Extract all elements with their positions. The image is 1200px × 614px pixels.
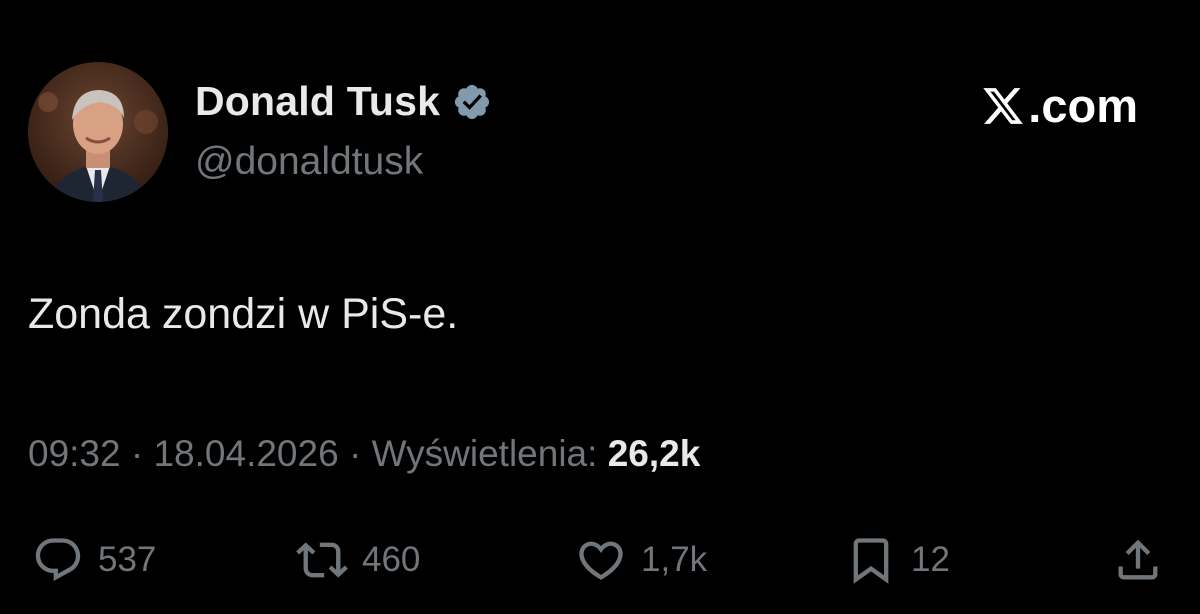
brand-text: .com bbox=[1028, 79, 1138, 132]
reply-icon bbox=[35, 538, 81, 582]
retweet-icon bbox=[296, 542, 348, 578]
like-button[interactable]: 1,7k bbox=[575, 530, 707, 590]
meta-separator: · bbox=[130, 433, 144, 474]
action-bar: 537 460 1,7k 12 bbox=[0, 530, 1200, 590]
meta-separator: · bbox=[348, 433, 362, 474]
retweet-button[interactable]: 460 bbox=[296, 530, 420, 590]
bookmark-button[interactable]: 12 bbox=[845, 530, 950, 590]
reply-count: 537 bbox=[98, 540, 157, 579]
views-label: Wyświetlenia: bbox=[371, 433, 598, 474]
retweet-count: 460 bbox=[362, 540, 421, 579]
bookmark-icon bbox=[853, 538, 889, 584]
share-button[interactable] bbox=[1112, 530, 1164, 590]
reply-button[interactable]: 537 bbox=[32, 530, 156, 590]
brand-watermark: .com bbox=[980, 78, 1138, 133]
like-count: 1,7k bbox=[641, 540, 708, 579]
views-count[interactable]: 26,2k bbox=[608, 433, 701, 474]
tweet-date[interactable]: 18.04.2026 bbox=[153, 433, 338, 474]
author-name-row: Donald Tusk bbox=[195, 78, 492, 125]
verified-badge-icon bbox=[455, 84, 490, 119]
avatar[interactable] bbox=[28, 62, 168, 202]
bookmark-count: 12 bbox=[911, 540, 950, 579]
tweet-text: Zonda zondzi w PiS-e. bbox=[28, 290, 459, 338]
profile-photo bbox=[28, 62, 168, 202]
x-logo-icon bbox=[983, 87, 1024, 124]
author-handle[interactable]: @donaldtusk bbox=[195, 140, 423, 184]
heart-icon bbox=[579, 541, 623, 580]
author-display-name[interactable]: Donald Tusk bbox=[195, 78, 440, 125]
tweet-meta: 09:32 · 18.04.2026 · Wyświetlenia: 26,2k bbox=[28, 433, 700, 475]
share-icon bbox=[1118, 539, 1158, 580]
tweet-time[interactable]: 09:32 bbox=[28, 433, 121, 474]
